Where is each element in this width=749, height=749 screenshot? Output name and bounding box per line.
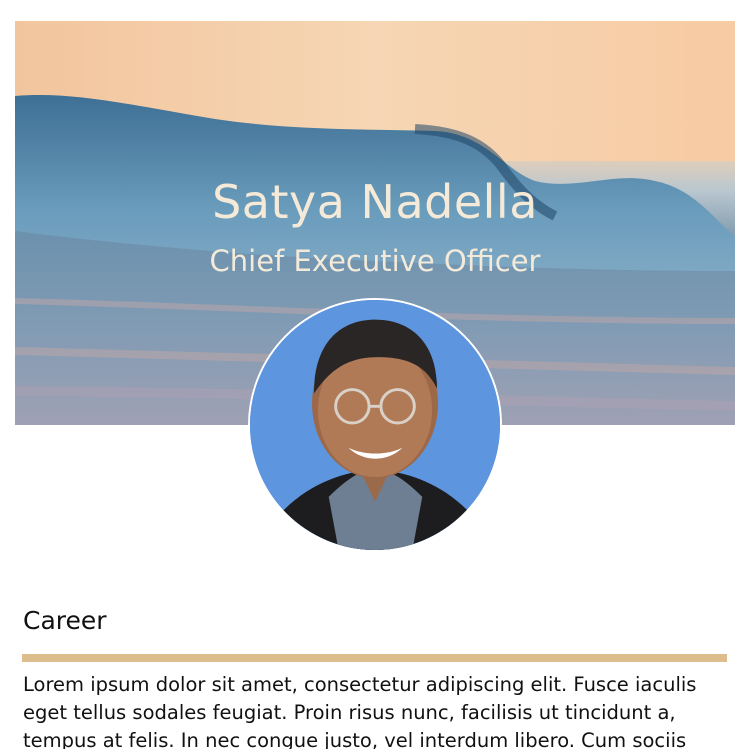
section-divider [22,654,727,662]
portrait-photo-icon [250,300,500,550]
profile-name: Satya Nadella [212,175,538,229]
profile-job-title: Chief Executive Officer [209,244,541,278]
avatar [248,298,502,552]
section-heading-career: Career [23,606,107,635]
career-paragraph: Lorem ipsum dolor sit amet, consectetur … [23,673,697,749]
profile-page: Satya Nadella Chief Executive Officer Ca… [0,0,749,749]
